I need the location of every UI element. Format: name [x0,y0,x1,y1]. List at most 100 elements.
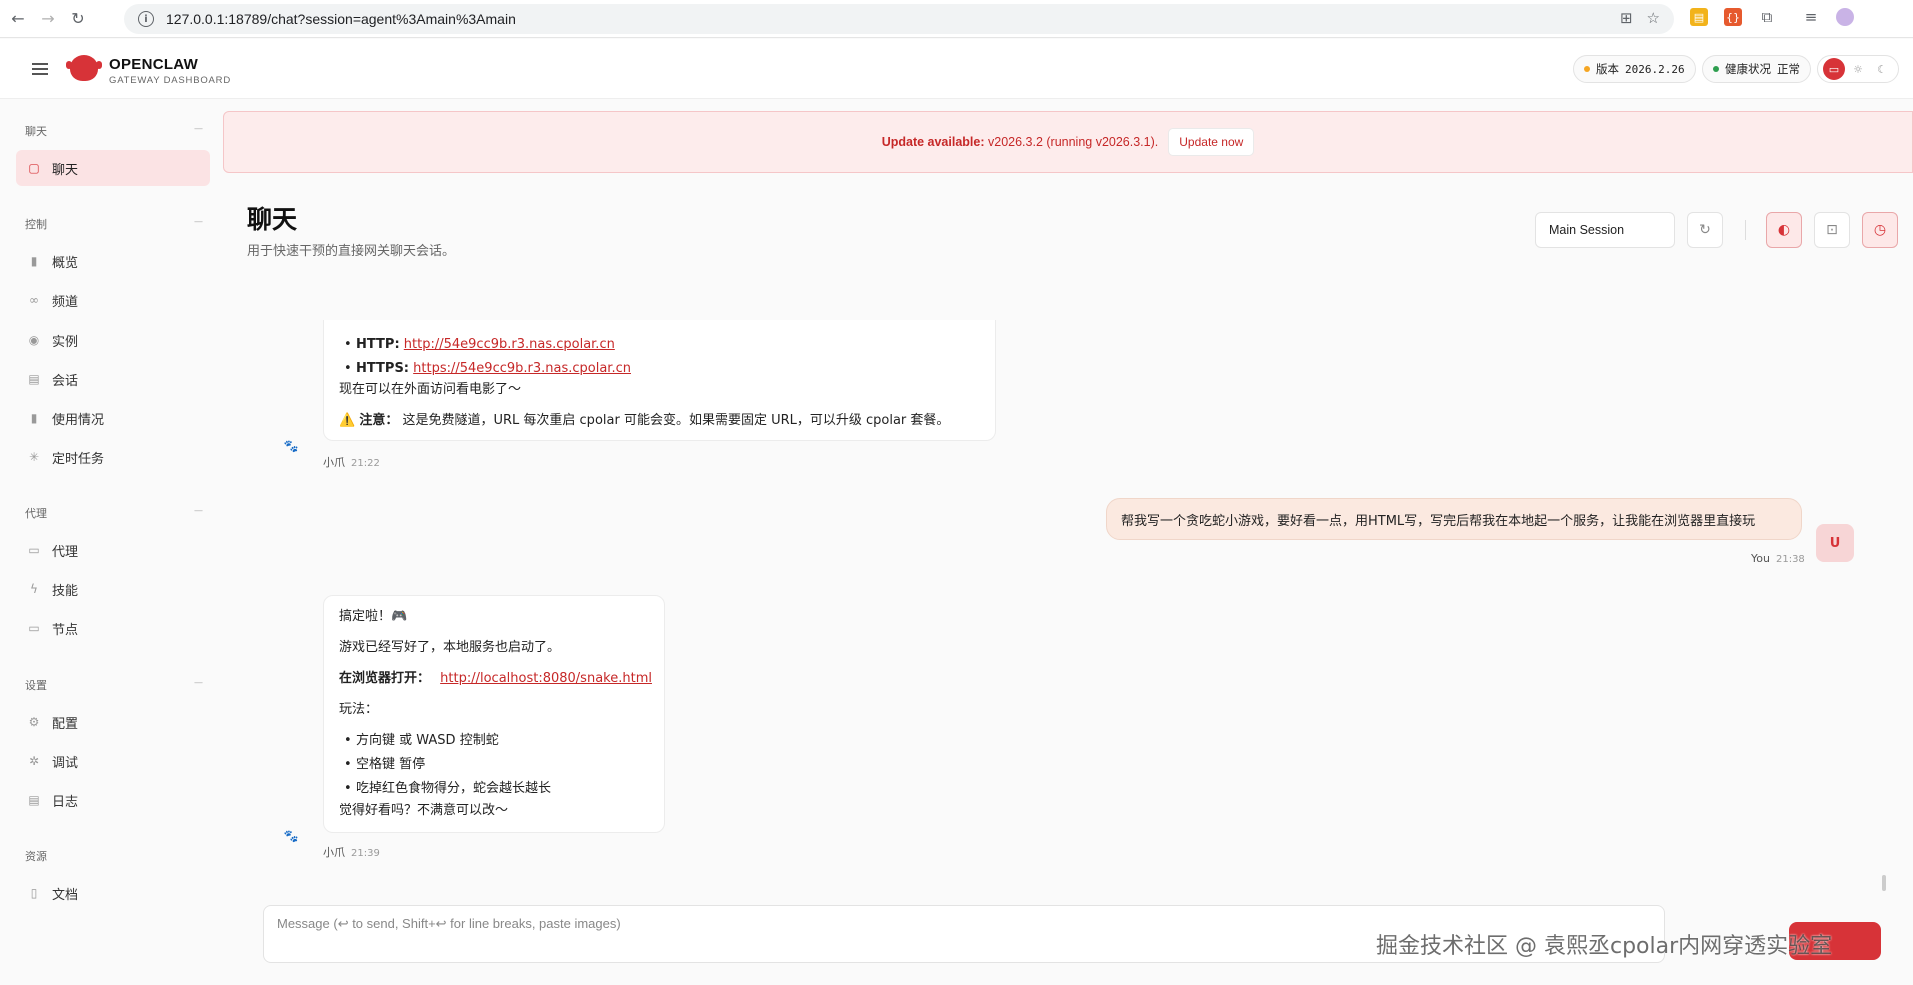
folder-icon: ▭ [28,543,40,557]
message-time: 21:22 [351,458,380,469]
sidebar-item-channels[interactable]: ∞ 频道 [16,282,210,318]
reading-list-icon[interactable]: ≡ [1802,8,1820,26]
game-link[interactable]: http://localhost:8080/snake.html [440,671,652,686]
collapse-caret-icon[interactable]: — [194,124,203,134]
https-label: HTTPS: [356,361,410,376]
bookmark-star-icon[interactable]: ☆ [1647,9,1660,27]
menu-icon[interactable] [32,63,48,75]
open-label: 在浏览器打开： [339,671,431,686]
warning-text: 这是免费隧道，URL 每次重启 cpolar 可能会变。如果需要固定 URL，可… [402,413,950,428]
sidebar-item-config[interactable]: ⚙ 配置 [16,704,210,740]
user-message: 帮我写一个贪吃蛇小游戏，要好看一点，用HTML写，写完后帮我在本地起一个服务，让… [1106,498,1802,540]
sidebar-item-label: 会话 [52,373,79,389]
collapse-caret-icon[interactable]: — [194,217,203,227]
book-icon: ▯ [30,886,38,900]
monitor-theme-icon[interactable]: ▭ [1823,58,1845,80]
paw-icon: 🐾 [283,829,299,843]
update-now-button[interactable]: Update now [1168,128,1255,156]
sidebar-item-debug[interactable]: ✲ 调试 [16,743,210,779]
update-prefix: Update available: [881,135,985,149]
address-bar[interactable]: i 127.0.0.1:18789/chat?session=agent%3Am… [124,4,1674,34]
warning-icon: ⚠️ [339,413,356,428]
sidebar-section-control: 控制 [25,218,47,231]
page-title: 聊天 [247,205,298,234]
sidebar-item-sessions[interactable]: ▤ 会话 [16,361,210,397]
sidebar-item-agents[interactable]: ▭ 代理 [16,532,210,568]
message-time: 21:38 [1775,554,1805,565]
collapse-caret-icon[interactable]: — [194,678,203,688]
howto-heading: 玩法： [339,702,379,717]
warning-line: ⚠️ 注意： 这是免费隧道，URL 每次重启 cpolar 可能会变。如果需要固… [339,413,949,429]
extensions-puzzle-icon[interactable]: ⧉ [1758,8,1776,26]
message-text: 游戏已经写好了，本地服务也启动了。 [339,640,561,655]
browser-toolbar: ← → ↻ i 127.0.0.1:18789/chat?session=age… [0,0,1913,38]
brand-subtitle: GATEWAY DASHBOARD [109,75,231,86]
theme-toggle[interactable]: ▭ ☼ ☾ [1817,55,1899,83]
sidebar-item-label: 聊天 [52,162,79,178]
reload-icon[interactable]: ↻ [66,7,90,31]
sidebar-item-label: 节点 [52,622,79,638]
message-time: 21:39 [351,848,380,859]
message-text: 觉得好看吗？不满意可以改～ [339,803,509,818]
sidebar-item-logs[interactable]: ▤ 日志 [16,782,210,818]
translate-icon[interactable]: ⊞ [1620,9,1633,27]
message-icon: ▢ [28,161,40,175]
sidebar-item-cron[interactable]: ✳ 定时任务 [16,439,210,475]
update-message: Update available: v2026.3.2 (running v20… [882,135,1159,149]
http-label: HTTP: [356,337,400,352]
message-text: 现在可以在外面访问看电影了～ [339,382,522,397]
extension-notes-icon[interactable]: ▤ [1690,8,1708,26]
sidebar-item-chat[interactable]: ▢ 聊天 [16,150,210,186]
extension-code-icon[interactable]: {} [1724,8,1742,26]
assistant-message: HTTP: http://54e9cc9b.r3.nas.cpolar.cn H… [323,320,996,441]
update-version-text: v2026.3.2 (running v2026.3.1). [984,135,1159,149]
list-item: HTTPS: https://54e9cc9b.r3.nas.cpolar.cn [344,361,631,378]
sidebar-item-label: 代理 [52,544,79,560]
monitor-icon: ▭ [28,621,40,635]
brain-icon[interactable]: ◐ [1766,212,1802,248]
bug-icon: ✲ [28,754,40,768]
clock-icon[interactable]: ◷ [1862,212,1898,248]
sidebar-item-overview[interactable]: ▮ 概览 [16,243,210,279]
sender-name: 小爪 [323,846,345,859]
sidebar-item-label: 配置 [52,716,79,732]
profile-avatar[interactable] [1836,8,1854,26]
list-item: 空格键 暂停 [344,757,425,774]
sun-icon[interactable]: ☼ [1847,58,1869,80]
session-select[interactable]: Main Session [1535,212,1675,248]
assistant-message: 搞定啦！🎮 游戏已经写好了，本地服务也启动了。 在浏览器打开： http://l… [323,595,665,833]
scrollbar-thumb[interactable] [1882,875,1886,891]
sidebar-item-usage[interactable]: ▮ 使用情况 [16,400,210,436]
sidebar-item-nodes[interactable]: ▭ 节点 [16,610,210,646]
page-subtitle: 用于快速干预的直接网关聊天会话。 [247,244,456,259]
url-text[interactable]: 127.0.0.1:18789/chat?session=agent%3Amai… [166,11,516,27]
sidebar-item-skills[interactable]: ϟ 技能 [16,571,210,607]
brand-title: OPENCLAW [109,56,199,73]
watermark: 掘金技术社区 @ 袁熙丞cpolar内网穿透实验室 [1376,934,1833,959]
sidebar-item-instances[interactable]: ◉ 实例 [16,322,210,358]
health-status-dot [1713,66,1719,72]
health-value: 正常 [1777,62,1800,76]
back-arrow-icon[interactable]: ← [6,7,30,31]
moon-icon[interactable]: ☾ [1871,58,1893,80]
sidebar-item-label: 频道 [52,294,79,310]
update-banner: Update available: v2026.3.2 (running v20… [223,111,1913,173]
sidebar-item-label: 实例 [52,334,79,350]
loader-icon: ✳ [28,450,40,464]
https-link[interactable]: https://54e9cc9b.r3.nas.cpolar.cn [413,361,631,376]
forward-arrow-icon[interactable]: → [36,7,60,31]
sidebar-section-resources: 资源 [25,850,47,863]
version-value: 2026.2.26 [1625,62,1685,76]
focus-icon[interactable]: ⊡ [1814,212,1850,248]
collapse-caret-icon[interactable]: — [194,506,203,516]
warning-label: 注意： [359,413,399,428]
message-meta: You 21:38 [1751,552,1805,565]
openclaw-logo [66,55,102,81]
refresh-icon[interactable]: ↻ [1687,212,1723,248]
version-status-dot [1584,66,1590,72]
sidebar-item-docs[interactable]: ▯ 文档 [16,875,210,911]
site-info-icon[interactable]: i [138,11,154,27]
http-link[interactable]: http://54e9cc9b.r3.nas.cpolar.cn [404,337,615,352]
sidebar-section-chat: 聊天 [25,125,47,138]
gear-icon: ⚙ [28,715,40,729]
